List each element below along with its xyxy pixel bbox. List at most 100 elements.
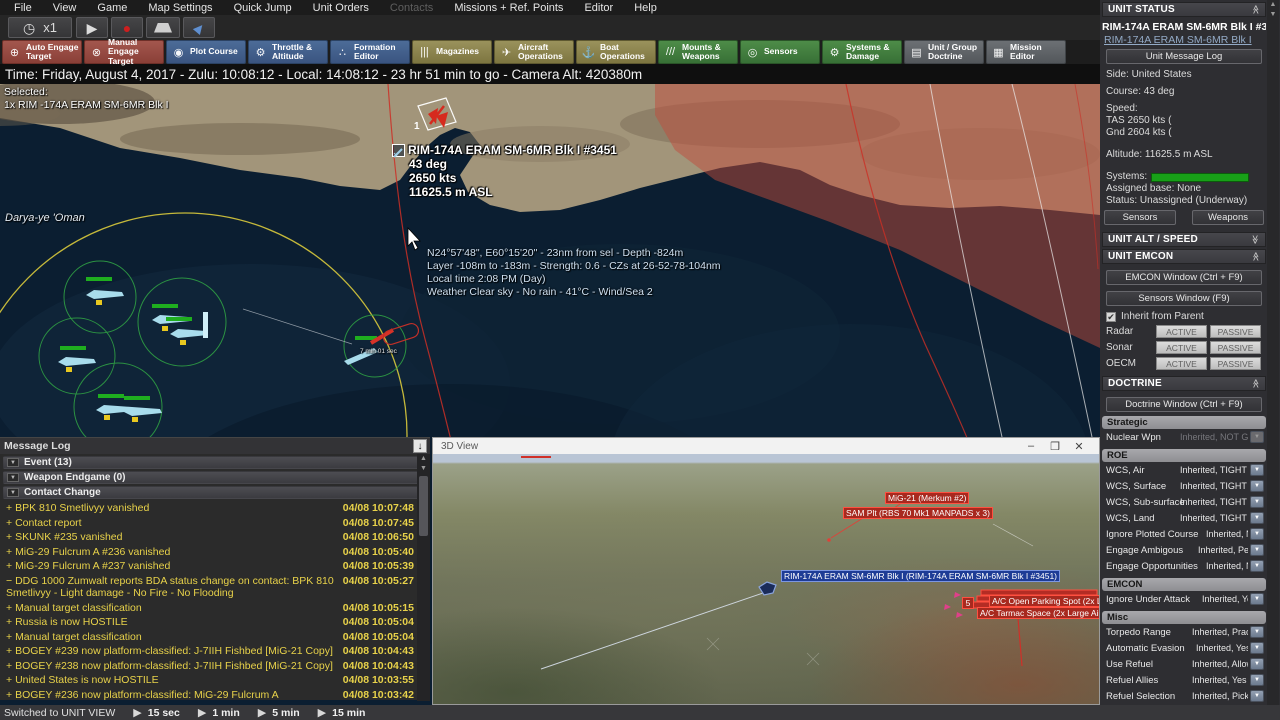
oecm-passive-button[interactable]: PASSIVE (1210, 356, 1261, 370)
dropdown-icon[interactable]: ▼ (1250, 658, 1264, 670)
unit-database-link[interactable]: RIM-174A ERAM SM-6MR Blk I (1102, 34, 1266, 46)
auto-engage-target-button[interactable]: ⊕ Auto Engage Target (2, 40, 82, 64)
sam-platoon-label[interactable]: SAM Plt (RBS 70 Mk1 MANPADS x 3) (843, 507, 993, 519)
dropdown-icon[interactable]: ▼ (1250, 544, 1264, 556)
doctrine-header[interactable]: DOCTRINE ≪ (1102, 376, 1266, 391)
oecm-active-button[interactable]: ACTIVE (1156, 356, 1207, 370)
log-entry[interactable]: + BOGEY #238 now platform-classified: J-… (0, 659, 430, 674)
log-entry[interactable]: + BOGEY #239 now platform-classified: J-… (0, 644, 430, 659)
3d-view-content[interactable]: MiG-21 (Merkum #2) SAM Plt (RBS 70 Mk1 M… (433, 454, 1099, 704)
record-button[interactable]: ● (111, 17, 143, 38)
manual-engage-target-button[interactable]: ⊗ Manual Engage Target (84, 37, 164, 65)
dropdown-icon[interactable]: ▼ (1250, 480, 1264, 492)
chevron-down-icon[interactable]: ▼ (7, 488, 19, 497)
scroll-up-icon[interactable]: ▲ (1267, 0, 1279, 10)
play-button[interactable]: ▶ (76, 17, 108, 38)
log-entry[interactable]: + Russia is now HOSTILE 04/08 10:05:04 (0, 615, 430, 630)
expand-chevron-icon[interactable]: ≪ (1250, 235, 1261, 244)
collapse-chevron-icon[interactable]: ≪ (1250, 5, 1261, 14)
time-step-15min[interactable]: ▶ 15 min (318, 706, 366, 720)
boat-operations-button[interactable]: ⚓ Boat Operations (576, 40, 656, 64)
menu-unit-orders[interactable]: Unit Orders (313, 2, 369, 14)
log-entry[interactable]: + SKUNK #235 vanished 04/08 10:06:50 (0, 530, 430, 545)
scrollbar-thumb[interactable] (419, 476, 428, 536)
mig21-label[interactable]: MiG-21 (Merkum #2) (885, 492, 970, 504)
log-group-weapon-endgame[interactable]: ▼ Weapon Endgame (0) (3, 471, 427, 484)
sidebar-scrollbar[interactable]: ▲ ▼ (1267, 0, 1279, 720)
maximize-icon[interactable]: ❒ (1043, 440, 1067, 453)
weapons-panel-button[interactable]: Weapons (1192, 210, 1264, 225)
plot-course-button[interactable]: ◉ Plot Course (166, 40, 246, 64)
scroll-down-icon[interactable]: ▼ (417, 464, 430, 474)
menu-file[interactable]: File (14, 2, 32, 14)
dropdown-icon[interactable]: ▼ (1250, 464, 1264, 476)
minimize-icon[interactable]: – (1019, 440, 1043, 452)
menu-help[interactable]: Help (634, 2, 657, 14)
log-group-event[interactable]: ▼ Event (13) (3, 456, 427, 469)
bridge-view-button[interactable] (146, 17, 180, 38)
radar-active-button[interactable]: ACTIVE (1156, 324, 1207, 338)
chevron-down-icon[interactable]: ▼ (7, 458, 19, 467)
parking-spot-label[interactable]: A/C Open Parking Spot (2x Large (989, 595, 1099, 607)
log-entry[interactable]: + MiG-29 Fulcrum A #236 vanished 04/08 10… (0, 545, 430, 560)
systems-damage-button[interactable]: ⚙ Systems & Damage (822, 40, 902, 64)
rim-missile-label[interactable]: RIM-174A ERAM SM-6MR Blk I (RIM-174A ERA… (781, 570, 1061, 582)
log-entry[interactable]: + BOGEY #236 now platform-classified: Mi… (0, 688, 430, 703)
aircraft-operations-button[interactable]: ✈ Aircraft Operations (494, 40, 574, 64)
sonar-passive-button[interactable]: PASSIVE (1210, 340, 1261, 354)
dropdown-icon[interactable]: ▼ (1250, 512, 1264, 524)
log-entry[interactable]: − DDG 1000 Zumwalt reports BDA status ch… (0, 574, 430, 601)
tarmac-space-label[interactable]: A/C Tarmac Space (2x Large Aircraft) (977, 607, 1099, 619)
time-step-5min[interactable]: ▶ 5 min (258, 706, 300, 720)
menu-game[interactable]: Game (97, 2, 127, 14)
log-group-contact-change[interactable]: ▼ Contact Change (3, 486, 427, 499)
menu-quick-jump[interactable]: Quick Jump (234, 2, 292, 14)
menu-missions-refpoints[interactable]: Missions + Ref. Points (454, 2, 563, 14)
dropdown-icon[interactable]: ▼ (1250, 674, 1264, 686)
scroll-up-icon[interactable]: ▲ (417, 454, 430, 464)
log-entry[interactable]: + MiG-29 Fulcrum A #237 vanished 04/08 10… (0, 559, 430, 574)
3d-view-titlebar[interactable]: 3D View – ❒ ✕ (433, 438, 1099, 454)
jump-to-pointer-button[interactable]: ▶ (183, 17, 215, 38)
menu-editor[interactable]: Editor (584, 2, 613, 14)
unit-emcon-header[interactable]: UNIT EMCON ≪ (1102, 249, 1266, 264)
time-step-1min[interactable]: ▶ 1 min (198, 706, 240, 720)
doctrine-window-button[interactable]: Doctrine Window (Ctrl + F9) (1106, 397, 1262, 412)
radar-passive-button[interactable]: PASSIVE (1210, 324, 1261, 338)
dropdown-icon[interactable]: ▼ (1250, 528, 1264, 540)
sensors-button[interactable]: ◎ Sensors (740, 40, 820, 64)
inherit-checkbox[interactable]: ✔ (1106, 311, 1116, 322)
message-log-scrollbar[interactable]: ▲ ▼ (417, 454, 430, 701)
close-icon[interactable]: ✕ (1067, 440, 1091, 453)
log-entry[interactable]: + Manual target classification 04/08 10:0… (0, 630, 430, 645)
dropdown-icon[interactable]: ▼ (1250, 560, 1264, 572)
mission-editor-button[interactable]: ▦ Mission Editor (986, 40, 1066, 64)
time-compression-button[interactable]: ◷ x1 (8, 17, 72, 38)
sensors-window-button[interactable]: Sensors Window (F9) (1106, 291, 1262, 306)
log-entry[interactable]: + United States is now HOSTILE 04/08 10:0… (0, 673, 430, 688)
sensors-panel-button[interactable]: Sensors (1104, 210, 1176, 225)
unit-group-doctrine-button[interactable]: ▤ Unit / Group Doctrine (904, 40, 984, 64)
dropdown-icon[interactable]: ▼ (1250, 642, 1264, 654)
dropdown-icon[interactable]: ▼ (1250, 690, 1264, 702)
emcon-window-button[interactable]: EMCON Window (Ctrl + F9) (1106, 270, 1262, 285)
time-step-15sec[interactable]: ▶ 15 sec (133, 706, 180, 720)
dropdown-icon[interactable]: ▼ (1250, 593, 1264, 605)
unit-alt-speed-header[interactable]: UNIT ALT / SPEED ≪ (1102, 232, 1266, 247)
unit-type-icon[interactable] (392, 144, 405, 158)
formation-editor-button[interactable]: ∴ Formation Editor (330, 40, 410, 64)
collapse-chevron-icon[interactable]: ≪ (1250, 379, 1261, 388)
throttle-altitude-button[interactable]: ⚙ Throttle & Altitude (248, 40, 328, 64)
unit-message-log-button[interactable]: Unit Message Log (1106, 49, 1262, 64)
chevron-down-icon[interactable]: ▼ (7, 473, 19, 482)
dropdown-icon[interactable]: ▼ (1250, 626, 1264, 638)
scroll-down-icon[interactable]: ▼ (1267, 10, 1279, 20)
log-entry[interactable]: + Manual target classification 04/08 10:0… (0, 601, 430, 616)
dropdown-icon[interactable]: ▼ (1250, 496, 1264, 508)
magazines-button[interactable]: ||| Magazines (412, 40, 492, 64)
message-log-dock-button[interactable]: ↓ (413, 439, 427, 453)
unit-status-header[interactable]: UNIT STATUS ≪ (1102, 2, 1266, 17)
menu-map-settings[interactable]: Map Settings (148, 2, 212, 14)
sonar-active-button[interactable]: ACTIVE (1156, 340, 1207, 354)
collapse-chevron-icon[interactable]: ≪ (1250, 252, 1261, 261)
